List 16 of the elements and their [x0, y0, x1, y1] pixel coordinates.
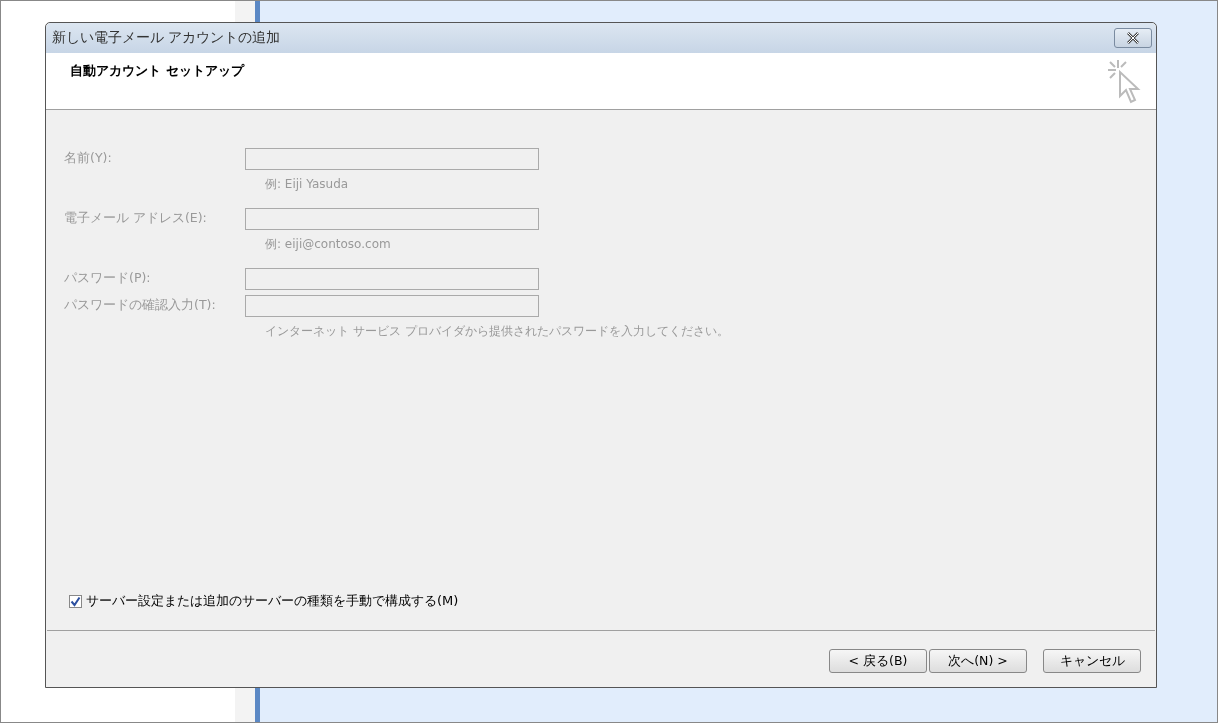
dialog-button[interactable]: キャンセル	[1043, 649, 1141, 673]
close-icon	[1126, 32, 1140, 44]
hint-text: 例: Eiji Yasuda	[265, 176, 350, 192]
checkbox[interactable]	[69, 594, 82, 608]
dialog-button[interactable]: < 戻る(B)	[829, 649, 927, 673]
hint-text: インターネット サービス プロバイダから提供されたパスワードを入力してください。	[265, 323, 730, 339]
page-heading: 自動アカウント セットアップ	[70, 62, 244, 80]
hint-text: 例: eiji@contoso.com	[265, 236, 392, 252]
checkbox-label: サーバー設定または追加のサーバーの種類を手動で構成する(M)	[86, 592, 459, 610]
field-label: 電子メール アドレス(E):	[64, 210, 208, 227]
close-button[interactable]	[1114, 28, 1152, 48]
window-title: 新しい電子メール アカウントの追加	[52, 29, 281, 47]
dialog-button[interactable]: 次へ(N) >	[929, 649, 1027, 673]
field-label: パスワード(P):	[64, 270, 152, 287]
field-label: パスワードの確認入力(T):	[64, 297, 217, 314]
field-label: 名前(Y):	[64, 150, 113, 167]
